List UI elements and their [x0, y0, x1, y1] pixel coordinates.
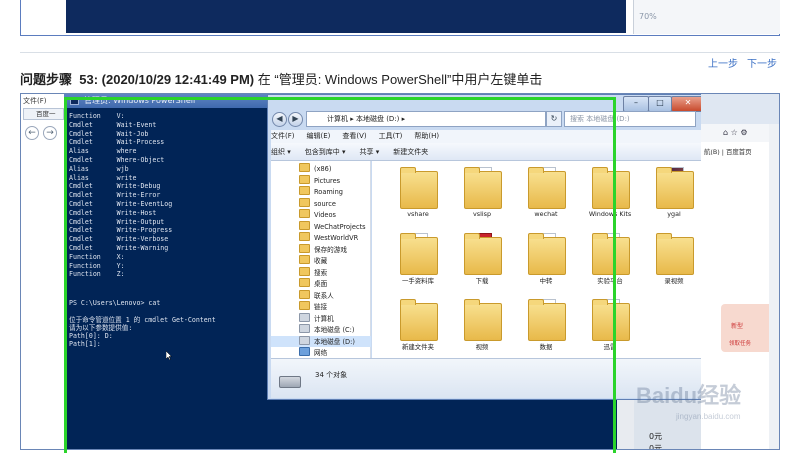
promo-subtext: 领取任务	[729, 341, 752, 347]
window-controls: – □ ✕	[623, 96, 705, 112]
previous-step-screenshot: 70%	[20, 0, 780, 36]
right-browser-titlebar	[701, 94, 779, 124]
step-prefix: 问题步骤	[20, 72, 73, 87]
previous-percent-label: 70%	[639, 12, 657, 21]
step-description: 在 “管理员: Windows PowerShell”中用户左键单击	[257, 72, 543, 87]
folder-icon	[656, 167, 694, 209]
watermark-url: jingyan.baidu.com	[676, 412, 741, 421]
folder-item[interactable]: 录视频	[646, 233, 702, 291]
left-browser-tab[interactable]: 百度一	[23, 108, 64, 120]
price-label-2: 0元	[649, 444, 663, 450]
maximize-button[interactable]: □	[648, 96, 672, 112]
step-number-time: 53: (2020/10/29 12:41:49 PM)	[79, 72, 255, 87]
promo-text: 新型	[731, 323, 744, 330]
forward-arrow-icon[interactable]: →	[43, 126, 57, 140]
step-heading: 问题步骤 53: (2020/10/29 12:41:49 PM) 在 “管理员…	[20, 69, 542, 88]
previous-step-link[interactable]: 上一步	[708, 55, 738, 70]
price-label: 0元	[649, 432, 663, 441]
baidu-watermark: Baidu经验	[636, 383, 742, 408]
back-arrow-icon[interactable]: ←	[25, 126, 39, 140]
previous-console-fragment	[66, 0, 626, 33]
click-highlight-frame	[64, 97, 616, 453]
left-file-menu[interactable]: 文件(F)	[23, 96, 47, 106]
next-step-link[interactable]: 下一步	[747, 55, 777, 70]
home-icon[interactable]: ⌂	[723, 128, 728, 137]
gear-icon[interactable]: ⚙	[740, 128, 747, 137]
folder-item[interactable]: ygal	[646, 167, 702, 225]
left-browser-fragment: 文件(F) 百度一 ← →	[21, 94, 64, 449]
minimize-button[interactable]: –	[623, 96, 649, 112]
folder-icon	[656, 233, 694, 275]
folder-label: ygal	[667, 210, 681, 218]
divider	[20, 52, 780, 53]
close-button[interactable]: ✕	[671, 96, 705, 112]
folder-label: 录视频	[664, 277, 684, 285]
star-icon[interactable]: ☆	[731, 128, 738, 137]
